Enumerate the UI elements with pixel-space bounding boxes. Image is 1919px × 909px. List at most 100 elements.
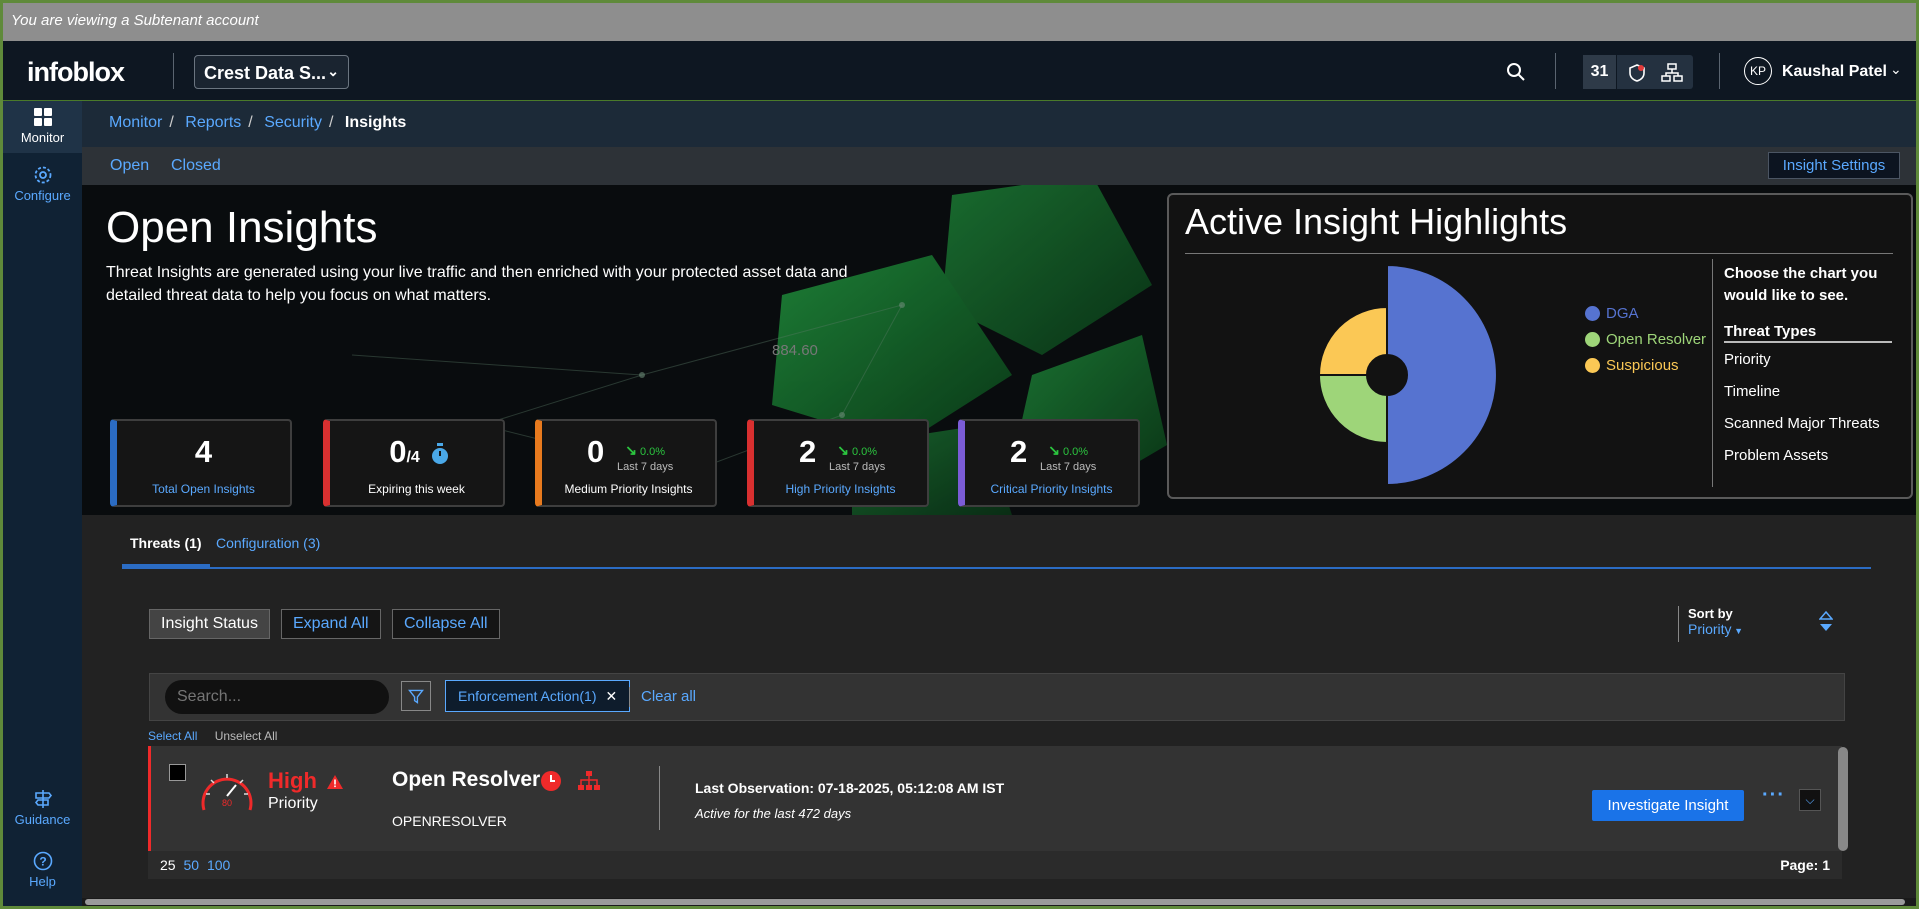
tenant-selector[interactable]: Crest Data S... ⌄ <box>194 55 349 89</box>
dashboard-icon <box>33 108 52 126</box>
page-title: Open Insights <box>106 203 378 252</box>
sort-direction-icon[interactable] <box>1819 610 1833 634</box>
breadcrumb-security[interactable]: Security <box>264 114 322 131</box>
sidebar-item-label: Help <box>29 874 56 889</box>
sidebar-item-monitor[interactable]: Monitor <box>3 101 82 153</box>
search-icon[interactable] <box>1505 61 1527 83</box>
search-input[interactable] <box>165 680 389 714</box>
signpost-icon <box>34 790 52 808</box>
breadcrumb-monitor[interactable]: Monitor <box>109 114 162 131</box>
severity: High Priority <box>268 768 344 813</box>
kpi-trend: ↘ 0.0% Last 7 days <box>617 442 674 473</box>
stopwatch-icon <box>432 443 448 464</box>
tenant-name: Crest Data S... <box>204 63 327 83</box>
notification-count[interactable]: 31 <box>1583 55 1617 89</box>
kpi-value: 0 <box>587 434 605 469</box>
kpi-label: Total Open Insights <box>152 482 255 496</box>
close-icon[interactable]: ✕ <box>606 688 618 704</box>
insight-checkbox[interactable] <box>169 764 186 781</box>
chevron-down-icon[interactable]: ⌵ <box>1799 789 1821 811</box>
chooser-item-timeline[interactable]: Timeline <box>1724 375 1892 407</box>
unselect-all-link[interactable]: Unselect All <box>215 729 278 743</box>
sidebar-item-guidance[interactable]: Guidance <box>3 783 82 835</box>
chooser-item-scanned-major-threats[interactable]: Scanned Major Threats <box>1724 407 1892 439</box>
collapse-all-button[interactable]: Collapse All <box>392 609 500 639</box>
page-size-25[interactable]: 25 <box>160 857 176 873</box>
active-insight-highlights: Active Insight Highlights DGA Open Resolv… <box>1167 193 1913 499</box>
legend-label: DGA <box>1606 305 1639 322</box>
legend-item[interactable]: Open Resolver <box>1585 331 1706 348</box>
kpi-value: 4 <box>194 434 213 469</box>
donut-slice-open-resolver[interactable] <box>1317 374 1388 445</box>
donut-slice-dga[interactable] <box>1386 263 1498 487</box>
svg-text:?: ? <box>39 855 46 869</box>
list-scrollbar[interactable] <box>1838 747 1848 851</box>
scrollbar-thumb[interactable] <box>85 899 1905 905</box>
page-size-100[interactable]: 100 <box>207 857 230 873</box>
last-observation: Last Observation: 07-18-2025, 05:12:08 A… <box>695 780 1005 796</box>
threat-type-donut-chart[interactable] <box>1267 255 1507 495</box>
kpi-value: 0/4 <box>318 434 491 470</box>
breadcrumb: Monitor / Reports / Security / Insights <box>82 101 1916 147</box>
selection-links: Select All Unselect All <box>148 729 291 743</box>
clock-icon <box>541 771 561 791</box>
status-badges[interactable]: 31 <box>1583 55 1693 89</box>
pagination: 25 50 100 Page: 1 <box>148 851 1842 879</box>
horizontal-scrollbar[interactable] <box>82 898 1916 906</box>
sidebar-item-configure[interactable]: Configure <box>3 159 82 211</box>
trend-arrow-icon: ↘ <box>1048 442 1060 458</box>
select-all-link[interactable]: Select All <box>148 729 197 743</box>
sort-value[interactable]: Priority ▼ <box>1688 621 1743 637</box>
kpi-label: Medium Priority Insights <box>564 482 693 496</box>
insight-settings-button[interactable]: Insight Settings <box>1768 152 1900 179</box>
kpi-critical[interactable]: 2 ↘ 0.0% Last 7 days Critical Priority I… <box>958 419 1140 507</box>
divider <box>1555 53 1556 89</box>
divider <box>173 53 174 89</box>
kpi-high[interactable]: 2 ↘ 0.0% Last 7 days High Priority Insig… <box>747 419 929 507</box>
filter-icon[interactable] <box>401 681 431 711</box>
kpi-total-open[interactable]: 4 Total Open Insights <box>110 419 292 507</box>
page-size-options: 25 50 100 <box>160 857 234 873</box>
gear-icon <box>34 166 51 184</box>
insight-card[interactable]: 80 High Priority Open Resolver OPENRESOL… <box>148 746 1842 851</box>
insight-status-button[interactable]: Insight Status <box>149 609 270 639</box>
user-name: Kaushal Patel <box>1782 63 1887 80</box>
clear-all-link[interactable]: Clear all <box>641 688 696 705</box>
insight-icons <box>540 770 601 797</box>
page-size-50[interactable]: 50 <box>183 857 199 873</box>
chip-label: Enforcement Action(1) <box>458 688 597 704</box>
tab-configuration[interactable]: Configuration (3) <box>208 535 328 567</box>
top-bar: infoblox Crest Data S... ⌄ 31 KP Kaushal… <box>3 41 1916 101</box>
trend-arrow-icon: ↘ <box>837 442 849 458</box>
legend-label: Suspicious <box>1606 357 1679 374</box>
tab-threats[interactable]: Threats (1) <box>122 535 210 567</box>
svg-text:884.60: 884.60 <box>772 342 818 359</box>
kpi-label: Expiring this week <box>368 482 465 496</box>
shield-icon[interactable] <box>1627 63 1647 83</box>
infoblox-logo[interactable]: infoblox <box>27 57 125 88</box>
chooser-item-priority[interactable]: Priority <box>1724 343 1892 375</box>
page-indicator: Page: 1 <box>1780 857 1830 873</box>
legend-item[interactable]: Suspicious <box>1585 357 1706 374</box>
subnav: Open Closed Insight Settings <box>82 147 1916 185</box>
legend-swatch <box>1585 306 1600 321</box>
network-icon[interactable] <box>1661 63 1683 83</box>
expand-all-button[interactable]: Expand All <box>281 609 381 639</box>
trend-arrow-icon: ↘ <box>625 442 637 458</box>
legend-item[interactable]: DGA <box>1585 305 1706 322</box>
chooser-item-problem-assets[interactable]: Problem Assets <box>1724 439 1892 471</box>
donut-slice-suspicious[interactable] <box>1317 305 1388 376</box>
tab-open[interactable]: Open <box>110 157 149 175</box>
more-options-icon[interactable]: ··· <box>1762 784 1785 807</box>
tab-closed[interactable]: Closed <box>171 157 221 175</box>
sidebar-item-help[interactable]: ? Help <box>3 845 82 897</box>
breadcrumb-reports[interactable]: Reports <box>185 114 241 131</box>
kpi-expiring[interactable]: 0/4 Expiring this week <box>323 419 505 507</box>
kpi-medium[interactable]: 0 ↘ 0.0% Last 7 days Medium Priority Ins… <box>535 419 717 507</box>
sort-control[interactable]: Sort by Priority ▼ <box>1678 606 1743 642</box>
chooser-item-threat-types[interactable]: Threat Types <box>1724 315 1892 343</box>
filter-chip-enforcement-action[interactable]: Enforcement Action(1) ✕ <box>445 680 631 712</box>
help-icon: ? <box>33 851 52 871</box>
insight-tabs: Threats (1) Configuration (3) <box>122 525 1871 569</box>
investigate-insight-button[interactable]: Investigate Insight <box>1592 790 1744 821</box>
